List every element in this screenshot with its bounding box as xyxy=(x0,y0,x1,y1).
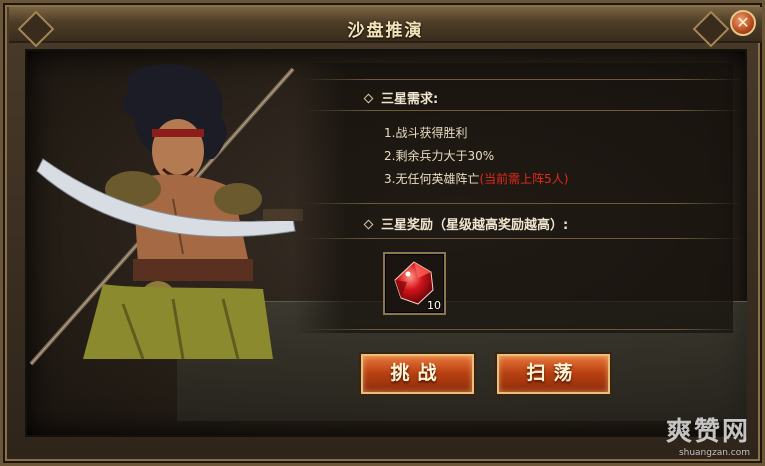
watermark-url: shuangzan.com xyxy=(678,448,750,458)
requirement-text: 1.战斗获得胜利 xyxy=(384,126,468,140)
requirement-text: 2.剩余兵力大于30% xyxy=(384,149,495,163)
divider-bottom xyxy=(303,329,743,330)
requirement-item: 3.无任何英雄阵亡(当前需上阵5人) xyxy=(384,170,568,187)
rewards-heading: 三星奖励（星级越高奖励越高）: xyxy=(363,214,569,233)
divider-requirements xyxy=(303,110,743,111)
site-watermark: 爽赞网 shuangzan.com xyxy=(666,411,750,458)
close-icon: ✕ xyxy=(736,13,750,32)
requirement-item: 1.战斗获得胜利 xyxy=(384,124,467,141)
dialog-title: 沙盘推演 xyxy=(347,21,424,41)
sweep-button[interactable]: 扫荡 xyxy=(497,354,610,394)
divider-middle xyxy=(303,203,743,204)
watermark-logo-text: 爽赞网 xyxy=(665,417,750,447)
close-button[interactable]: ✕ xyxy=(730,10,756,36)
reward-count: 10 xyxy=(427,299,441,312)
requirements-heading-text: 三星需求: xyxy=(381,92,439,107)
requirements-heading: 三星需求: xyxy=(363,88,439,107)
dialog-frame: 沙盘推演 ✕ 三星需求: 1.战斗获得胜利 2.剩余兵力大于30% 3.无任何英… xyxy=(0,0,765,466)
info-panel xyxy=(293,63,733,333)
divider-top xyxy=(303,79,743,80)
title-bar: 沙盘推演 xyxy=(9,7,762,48)
challenge-button[interactable]: 挑战 xyxy=(361,354,474,394)
rewards-heading-text: 三星奖励（星级越高奖励越高）: xyxy=(381,218,569,233)
requirement-text: 3.无任何英雄阵亡 xyxy=(384,172,480,186)
requirement-note: (当前需上阵5人) xyxy=(479,172,569,186)
reward-item-slot[interactable]: 10 xyxy=(383,252,446,315)
hero-portrait xyxy=(29,64,303,366)
requirement-item: 2.剩余兵力大于30% xyxy=(384,147,494,164)
divider-rewards xyxy=(303,238,743,239)
diamond-bullet-icon xyxy=(363,219,374,230)
diamond-bullet-icon xyxy=(363,93,374,104)
